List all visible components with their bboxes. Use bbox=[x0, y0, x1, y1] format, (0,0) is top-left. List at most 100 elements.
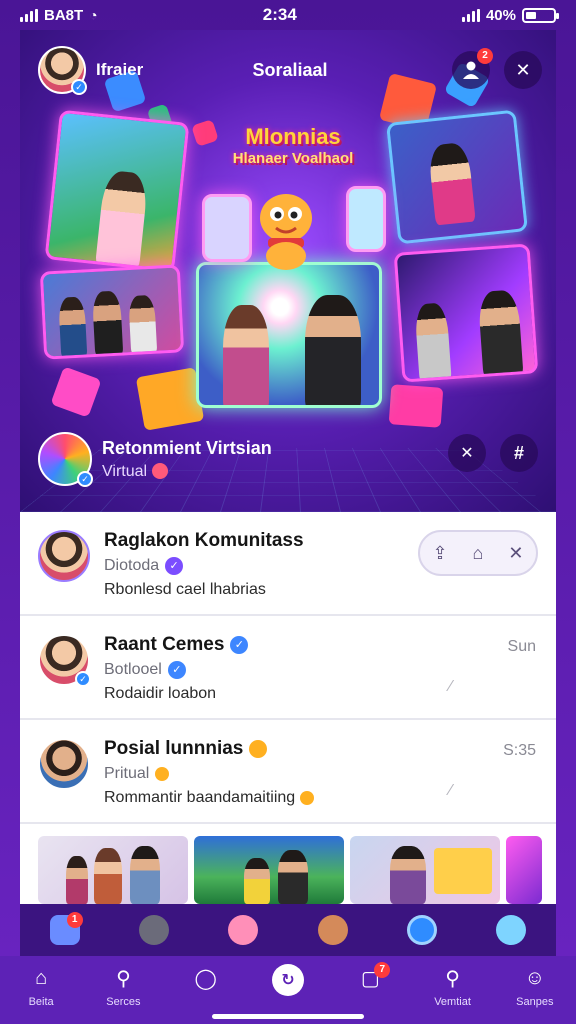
verified-icon: ✓ bbox=[230, 636, 249, 654]
hero-actions: ✕ # bbox=[448, 434, 538, 472]
carrier-label: BA8T bbox=[44, 6, 84, 24]
tab-chat[interactable]: ◯ bbox=[176, 964, 236, 996]
quick-actions-strip: 1 bbox=[20, 904, 556, 956]
video-thumbnail[interactable] bbox=[506, 836, 542, 904]
video-panel-right-top[interactable] bbox=[385, 109, 529, 245]
close-button[interactable]: ✕ bbox=[504, 51, 542, 89]
feed-item[interactable]: Raglakon Komunitass Diotoda ✓ Rbonlesd c… bbox=[20, 512, 556, 616]
signal-icon bbox=[20, 8, 38, 22]
search-icon: ⚲ bbox=[445, 967, 460, 990]
dismiss-icon[interactable]: ✕ bbox=[508, 543, 523, 564]
person-icon bbox=[463, 61, 479, 79]
timer-icon[interactable] bbox=[406, 915, 437, 945]
featured-avatar[interactable]: ✓ bbox=[38, 432, 93, 487]
verified-icon: ✓ bbox=[71, 79, 87, 95]
verified-icon: ✓ bbox=[167, 661, 186, 679]
cell-signal-icon bbox=[461, 8, 480, 22]
tab-create[interactable]: ↻ bbox=[258, 964, 318, 1000]
music-icon[interactable]: 1 bbox=[49, 912, 83, 945]
feed-item-title: Posial lunnnias bbox=[104, 738, 244, 759]
home-indicator[interactable] bbox=[212, 1014, 364, 1019]
chat-icon: ◯ bbox=[194, 967, 217, 990]
feed-item-subtitle: Diotoda bbox=[104, 557, 160, 574]
tab-messages[interactable]: ▢ 7 bbox=[340, 962, 400, 996]
robot-icon[interactable] bbox=[496, 915, 527, 945]
feather-icon[interactable]: ⁄ bbox=[449, 782, 452, 800]
feed-item-subtitle: Pritual bbox=[104, 765, 150, 782]
video-panel-left-bottom[interactable] bbox=[39, 264, 185, 360]
verified-icon: ✓ bbox=[77, 471, 93, 487]
video-thumbnail[interactable] bbox=[194, 836, 344, 904]
profile-button[interactable]: 2 bbox=[452, 48, 493, 89]
user-avatar[interactable]: ✓ bbox=[38, 46, 87, 95]
profile-icon: ☺ bbox=[524, 966, 546, 989]
verified-icon: ✓ bbox=[165, 557, 184, 575]
feather-icon[interactable]: ⁄ bbox=[449, 678, 452, 696]
character-icon[interactable] bbox=[228, 915, 259, 945]
like-icon[interactable]: ⌂ bbox=[473, 543, 484, 564]
avatar[interactable] bbox=[38, 738, 90, 790]
tab-search[interactable]: ⚲ Serces bbox=[93, 964, 153, 1009]
video-panel-right-bottom[interactable] bbox=[393, 243, 539, 383]
battery-percent: 40% bbox=[485, 6, 516, 24]
messages-badge: 7 bbox=[374, 962, 391, 978]
shuffle-icon: ✕ bbox=[460, 445, 474, 462]
video-thumbnail[interactable] bbox=[38, 836, 188, 904]
feed-item-title: Raant Cemes bbox=[104, 634, 225, 655]
feed-item[interactable]: ✓ Raant Cemes ✓ Botlooel ✓ Rodaidir loab… bbox=[20, 616, 556, 720]
feed-item-description: Rodaidir loabon bbox=[104, 685, 217, 702]
tab-profile[interactable]: ☺ Sanpes bbox=[505, 964, 565, 1009]
feed-item-actions: ⇪ ⌂ ✕ bbox=[418, 530, 538, 576]
floating-cube-icon bbox=[191, 119, 219, 147]
feed-item-description: Rbonlesd cael lhabrias bbox=[104, 581, 266, 598]
battery-icon bbox=[521, 7, 559, 23]
video-thumbnail[interactable] bbox=[350, 836, 500, 904]
featured-title: Retonmient Virtsian bbox=[102, 437, 272, 458]
video-panel-center[interactable] bbox=[196, 262, 382, 408]
wifi-icon: ◔ bbox=[89, 7, 98, 23]
feed-item-title: Raglakon Komunitass bbox=[104, 530, 304, 551]
emoji-icon bbox=[151, 463, 168, 480]
feed-item-time: S:35 bbox=[503, 742, 536, 759]
notification-badge: 2 bbox=[477, 48, 493, 64]
floating-cube-icon bbox=[135, 367, 205, 431]
grid-button[interactable]: # bbox=[500, 434, 538, 472]
hero-header: ✓ Ifraier Soraliaal 2 ✕ bbox=[38, 40, 542, 100]
avatar-icon[interactable] bbox=[317, 915, 348, 945]
hero-banner[interactable]: Mlonnias Hlanaer Voalhaol ✓ Ifraier Sora… bbox=[20, 30, 556, 512]
verified-icon: ✓ bbox=[75, 671, 91, 687]
mascot-character-icon bbox=[260, 194, 312, 270]
home-icon: ⌂ bbox=[35, 966, 48, 989]
floating-cube-icon bbox=[388, 384, 444, 428]
featured-session[interactable]: ✓ Retonmient Virtsian Virtual bbox=[38, 432, 272, 487]
page-title: Soraliaal bbox=[252, 59, 328, 80]
music-badge: 1 bbox=[66, 912, 83, 928]
emoji-icon bbox=[299, 790, 314, 805]
tab-home[interactable]: ⌂ Beita bbox=[11, 964, 71, 1009]
feed-item-description: Rommantir baandamaitiing bbox=[104, 789, 538, 807]
gift-icon[interactable] bbox=[138, 915, 169, 945]
featured-subtitle: Virtual bbox=[102, 463, 272, 481]
feed-item-subtitle: Botlooel bbox=[104, 661, 162, 678]
mini-panel[interactable] bbox=[346, 186, 386, 252]
emoji-icon bbox=[249, 740, 268, 758]
mini-panel[interactable] bbox=[202, 194, 252, 262]
avatar[interactable]: ✓ bbox=[38, 634, 91, 687]
create-icon: ↻ bbox=[271, 964, 304, 996]
user-name: Ifraier bbox=[96, 60, 144, 79]
close-icon: ✕ bbox=[515, 59, 531, 80]
status-bar: BA8T ◔ 2:34 40% bbox=[20, 0, 559, 30]
feed-item[interactable]: Posial lunnnias Pritual Rommantir baanda… bbox=[20, 720, 556, 824]
feed-item-time: Sun bbox=[507, 638, 536, 655]
hashtag-icon: # bbox=[513, 442, 524, 463]
emoji-icon bbox=[155, 767, 170, 781]
shuffle-button[interactable]: ✕ bbox=[448, 434, 486, 472]
avatar[interactable] bbox=[38, 530, 90, 582]
share-icon[interactable]: ⇪ bbox=[432, 543, 447, 564]
status-time: 2:34 bbox=[262, 5, 297, 24]
hero-neon-title: Mlonnias Hlanaer Voalhaol bbox=[232, 124, 354, 168]
search-icon: ⚲ bbox=[116, 967, 131, 990]
video-panel-left-top[interactable] bbox=[44, 109, 190, 273]
tab-explore[interactable]: ⚲ Vemtiat bbox=[423, 964, 483, 1009]
thumbnail-row bbox=[38, 836, 542, 904]
